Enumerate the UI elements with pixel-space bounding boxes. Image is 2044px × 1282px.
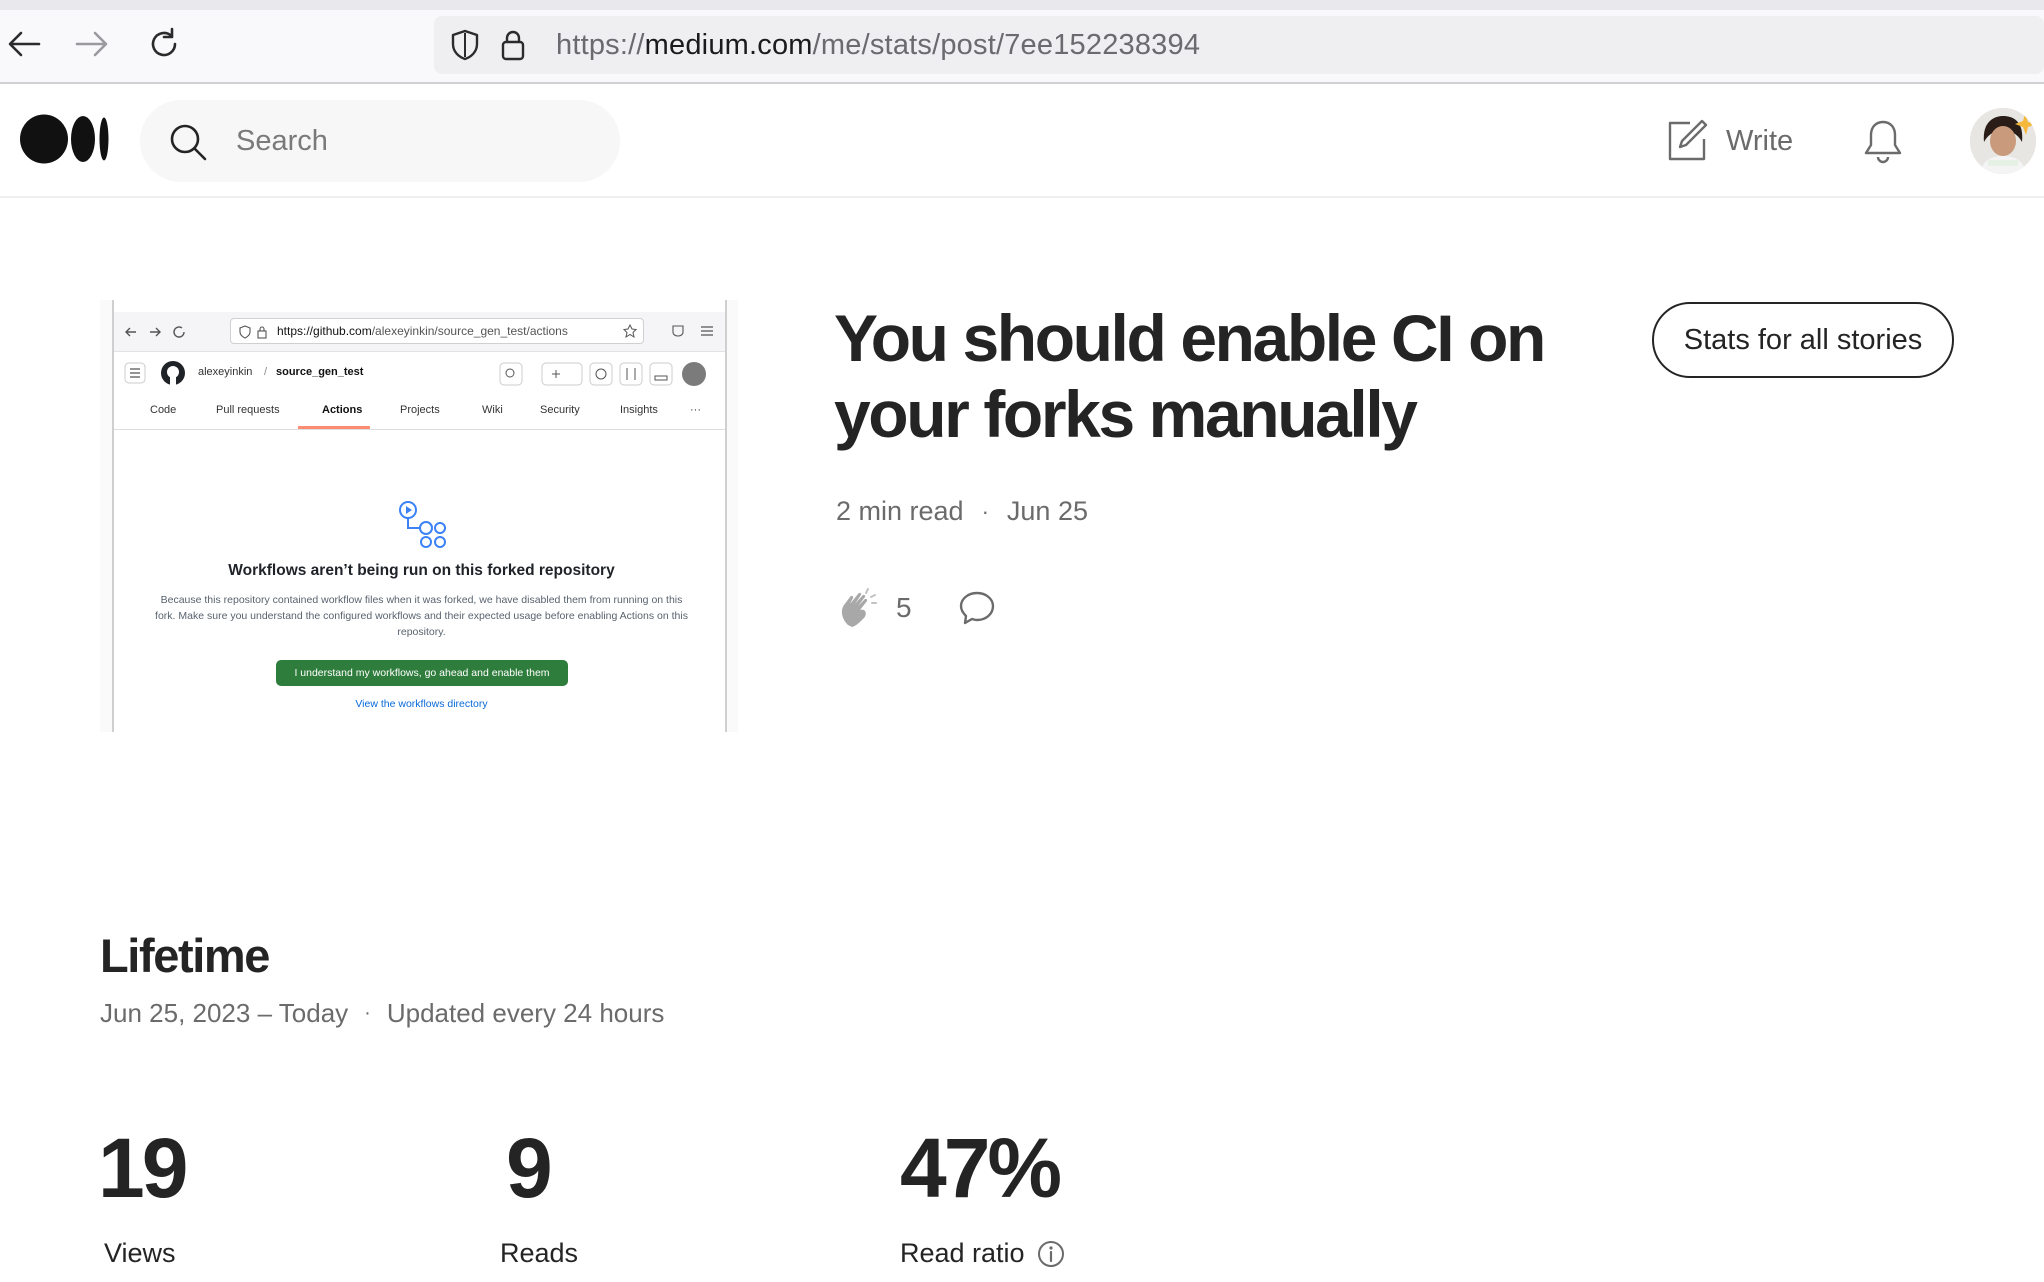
forward-button[interactable] — [68, 20, 116, 68]
thumbnail-tab-actions: Actions — [322, 404, 363, 416]
avatar-image — [1970, 108, 2036, 174]
lifetime-separator: · — [364, 1002, 371, 1024]
reload-button[interactable] — [140, 20, 188, 68]
stat-reads-value: 9 — [506, 1121, 553, 1215]
browser-toolbar: https://medium.com/me/stats/post/7ee1522… — [0, 0, 2044, 84]
stat-views-value: 19 — [98, 1121, 188, 1215]
thumbnail-repo-header: alexeyinkin / source_gen_test — [114, 352, 725, 392]
search-input[interactable] — [236, 100, 596, 182]
thumbnail-slash: / — [264, 366, 268, 378]
thumbnail-tab-wiki: Wiki — [482, 404, 503, 416]
stat-read-ratio-value: 47% — [900, 1121, 1062, 1215]
thumbnail-tab-security: Security — [540, 404, 580, 416]
clap-count: 5 — [896, 592, 912, 623]
back-arrow-icon — [8, 31, 41, 57]
lifetime-range: Jun 25, 2023 – Today — [100, 998, 349, 1028]
clap-icon[interactable] — [836, 585, 882, 631]
write-label: Write — [1726, 124, 1794, 157]
back-button[interactable] — [0, 20, 48, 68]
forward-arrow-icon — [75, 31, 108, 57]
url-text[interactable]: https://medium.com/me/stats/post/7ee1522… — [556, 16, 1200, 74]
lifetime-title: Lifetime — [100, 929, 270, 982]
thumbnail-url-path: /alexeyinkin/source_gen_test/actions — [371, 324, 568, 338]
stats-for-all-stories-button[interactable]: Stats for all stories — [1652, 302, 1954, 378]
thumbnail-description: Because this repository contained workfl… — [155, 594, 688, 638]
thumbnail-tabs: Code Pull requests Actions Projects Wiki… — [114, 392, 725, 430]
shield-icon[interactable] — [448, 28, 482, 62]
story-reactions: 5 — [836, 584, 996, 632]
stat-reads-label: Reads — [500, 1238, 579, 1268]
read-time: 2 min read — [836, 496, 964, 526]
thumbnail-url: https://github.com/alexeyinkin/source_ge… — [230, 318, 644, 344]
thumbnail-tab-more: ··· — [690, 404, 701, 416]
url-host: medium.com — [644, 29, 813, 61]
lifetime-updated: Updated every 24 hours — [386, 998, 665, 1028]
address-bar[interactable]: https://medium.com/me/stats/post/7ee1522… — [434, 16, 2044, 74]
thumbnail-menu-icons — [672, 325, 713, 337]
story-meta: 2 min read · Jun 25 — [836, 496, 1088, 527]
thumbnail-enable-button: I understand my workflows, go ahead and … — [276, 660, 568, 686]
reload-icon — [151, 27, 177, 57]
star-icon — [623, 324, 637, 338]
publish-date: Jun 25 — [1006, 496, 1088, 526]
url-path: /me/stats/post/7ee152238394 — [812, 29, 1201, 61]
search-bar[interactable] — [140, 100, 620, 182]
thumbnail-browser-window: https://github.com/alexeyinkin/source_ge… — [112, 300, 727, 732]
thumbnail-nav-icons — [125, 326, 185, 338]
thumbnail-tab-pull-requests: Pull requests — [216, 404, 280, 416]
stat-read-ratio-row: Read ratio — [900, 1238, 1065, 1269]
thumbnail-action-icons — [499, 362, 706, 386]
story-thumbnail: https://github.com/alexeyinkin/source_ge… — [100, 300, 738, 732]
thumbnail-tab-insights: Insights — [620, 404, 658, 416]
avatar[interactable] — [1970, 108, 2036, 174]
stat-reads: 9 Reads — [500, 1120, 578, 1269]
stat-read-ratio: 47% Read ratio — [900, 1120, 1065, 1269]
bell-icon[interactable] — [1862, 118, 1904, 164]
story-title[interactable]: You should enable CI on your forks manua… — [834, 300, 1684, 452]
github-logo-icon — [161, 361, 185, 385]
thumbnail-tab-code: Code — [150, 404, 177, 416]
thumbnail-owner: alexeyinkin — [198, 366, 253, 378]
thumbnail-tab-projects: Projects — [400, 404, 440, 416]
workflow-icon — [399, 501, 446, 548]
search-icon — [170, 124, 207, 161]
comment-icon[interactable] — [958, 589, 996, 627]
thumbnail-workflows-link: View the workflows directory — [355, 698, 488, 710]
info-icon[interactable] — [1037, 1240, 1065, 1268]
write-button[interactable]: Write — [1666, 118, 1793, 164]
thumbnail-active-tab-underline — [298, 426, 370, 429]
write-icon — [1668, 119, 1708, 161]
medium-logo-icon[interactable] — [20, 114, 110, 164]
site-header: Write — [0, 84, 2044, 198]
thumbnail-heading: Workflows aren’t being run on this forke… — [228, 562, 615, 579]
thumbnail-toolbar: https://github.com/alexeyinkin/source_ge… — [114, 312, 725, 352]
stat-views-label: Views — [104, 1238, 176, 1268]
stat-read-ratio-label: Read ratio — [900, 1238, 1025, 1268]
thumbnail-url-host: https://github.com — [277, 324, 372, 338]
meta-separator: · — [981, 498, 989, 524]
lifetime-subtitle: Jun 25, 2023 – Today · Updated every 24 … — [100, 998, 664, 1029]
tab-strip-edge — [0, 0, 2044, 10]
url-prefix: https:// — [556, 29, 645, 61]
stat-views: 19 Views — [98, 1120, 188, 1269]
lock-icon[interactable] — [496, 28, 530, 62]
thumbnail-repo: source_gen_test — [276, 366, 364, 378]
